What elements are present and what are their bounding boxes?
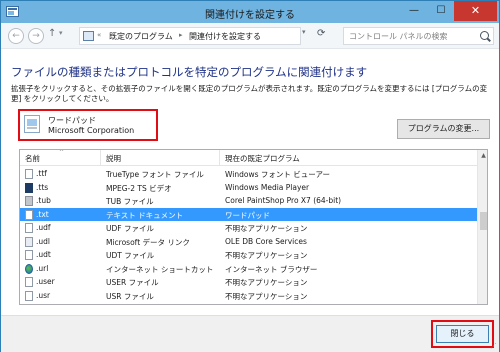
breadcrumb-separator-icon[interactable]: ▸ <box>179 31 183 39</box>
row-description: TrueType フォント ファイル <box>106 170 204 179</box>
row-extension: .ttf <box>36 169 47 178</box>
address-bar: ← → ▾ ↑ « 既定のプログラム ▸ 関連付けを設定する ▾ ⟳ <box>1 23 499 49</box>
row-default-program: Windows フォント ビューアー <box>225 170 330 179</box>
table-row[interactable]: .tub TUB ファイル Corel PaintShop Pro X7 (64… <box>20 194 477 208</box>
close-button[interactable]: 閉じる <box>436 325 489 343</box>
font-file-icon <box>25 169 33 179</box>
row-default-program: OLE DB Core Services <box>225 236 307 246</box>
search-input[interactable] <box>344 28 474 44</box>
row-default-program: 不明なアプリケーション <box>225 224 308 233</box>
globe-icon <box>25 263 33 274</box>
breadcrumb[interactable]: « 既定のプログラム ▸ 関連付けを設定する <box>79 27 301 45</box>
dialog-footer: 閉じる ⋰ <box>1 315 499 352</box>
column-divider[interactable] <box>100 150 101 165</box>
row-description: インターネット ショートカット <box>106 264 214 274</box>
row-extension: .tts <box>36 182 49 192</box>
row-description: UDT ファイル <box>106 251 155 260</box>
generic-file-icon <box>25 223 33 233</box>
table-row[interactable]: .udl Microsoft データ リンク OLE DB Core Servi… <box>20 235 477 249</box>
row-description: MPEG-2 TS ビデオ <box>106 183 172 193</box>
wordpad-icon <box>24 115 40 133</box>
vertical-scrollbar[interactable]: ▲ <box>477 150 487 304</box>
column-header-current-default[interactable]: 現在の既定プログラム <box>225 153 300 164</box>
program-company: Microsoft Corporation <box>48 126 135 135</box>
row-description: TUB ファイル <box>106 197 154 206</box>
list-rows: .ttf TrueType フォント ファイル Windows フォント ビュー… <box>20 167 477 302</box>
row-extension: .user <box>36 277 55 286</box>
page-title: ファイルの種類またはプロトコルを特定のプログラムに関連付けます <box>11 65 368 79</box>
column-header-description[interactable]: 説明 <box>106 153 121 164</box>
column-header-name[interactable]: 名前 <box>25 153 40 164</box>
row-extension: .txt <box>36 209 49 219</box>
row-description: テキスト ドキュメント <box>106 210 184 220</box>
table-row[interactable]: .udf UDF ファイル 不明なアプリケーション <box>20 221 477 235</box>
row-extension: .tub <box>36 196 51 205</box>
scroll-up-icon[interactable]: ▲ <box>478 150 487 161</box>
address-dropdown-icon[interactable]: ▾ <box>302 28 306 36</box>
table-row[interactable]: .tts MPEG-2 TS ビデオ Windows Media Player <box>20 181 477 195</box>
row-extension: .udf <box>36 223 51 232</box>
row-description: UDF ファイル <box>106 224 154 233</box>
breadcrumb-overflow-chevron[interactable]: « <box>97 31 101 39</box>
refresh-icon[interactable]: ⟳ <box>317 28 325 39</box>
row-default-program: ワードパッド <box>225 210 270 220</box>
search-icon[interactable] <box>480 31 489 40</box>
row-extension: .url <box>36 263 49 273</box>
breadcrumb-item-default-programs[interactable]: 既定のプログラム <box>109 31 173 42</box>
generic-file-icon <box>25 290 33 301</box>
table-row[interactable]: .user USER ファイル 不明なアプリケーション <box>20 275 477 289</box>
close-window-button[interactable]: ✕ <box>454 1 497 21</box>
row-description: Microsoft データ リンク <box>106 237 190 247</box>
table-row[interactable]: .url インターネット ショートカット インターネット ブラウザー <box>20 262 477 276</box>
sort-ascending-icon: ^ <box>59 149 65 156</box>
back-button[interactable]: ← <box>8 28 24 44</box>
scrollbar-thumb[interactable] <box>480 212 487 230</box>
change-program-button[interactable]: プログラムの変更... <box>397 119 490 139</box>
minimize-button[interactable]: — <box>401 1 427 21</box>
associations-list[interactable]: 名前 ^ 説明 現在の既定プログラム .ttf TrueType フォント ファ… <box>19 149 488 305</box>
generic-file-icon <box>25 250 33 260</box>
row-extension: .udt <box>36 250 51 259</box>
row-extension: .udl <box>36 236 50 246</box>
dialog-window: 関連付けを設定する — ☐ ✕ ← → ▾ ↑ « 既定のプログラム ▸ 関連付… <box>0 0 500 352</box>
list-header: 名前 ^ 説明 現在の既定プログラム <box>20 150 477 166</box>
row-default-program: 不明なアプリケーション <box>225 278 308 287</box>
breadcrumb-item-set-associations[interactable]: 関連付けを設定する <box>189 31 261 42</box>
row-description: USR ファイル <box>106 291 154 301</box>
table-row[interactable]: .ttf TrueType フォント ファイル Windows フォント ビュー… <box>20 167 477 181</box>
up-button[interactable]: ↑ <box>48 28 56 39</box>
title-bar[interactable]: 関連付けを設定する — ☐ ✕ <box>1 1 499 23</box>
row-default-program: Corel PaintShop Pro X7 (64-bit) <box>225 196 342 205</box>
video-file-icon <box>25 182 33 193</box>
generic-file-icon <box>25 277 33 287</box>
forward-button[interactable]: → <box>28 28 44 44</box>
resize-grip-icon[interactable]: ⋰ <box>490 342 497 350</box>
text-file-icon <box>25 209 33 220</box>
close-button-highlight: 閉じる <box>431 320 494 348</box>
maximize-button[interactable]: ☐ <box>428 1 454 21</box>
current-program-info: ワードパッド Microsoft Corporation <box>18 109 158 141</box>
table-row-selected[interactable]: .txt テキスト ドキュメント ワードパッド <box>20 207 477 221</box>
page-description: 拡張子をクリックすると、その拡張子のファイルを開く既定のプログラムが表示されます… <box>11 84 488 103</box>
recent-locations-dropdown-icon[interactable]: ▾ <box>59 29 63 37</box>
data-link-file-icon <box>25 236 33 247</box>
column-divider[interactable] <box>219 150 220 165</box>
row-default-program: 不明なアプリケーション <box>225 251 308 260</box>
table-row[interactable]: .udt UDT ファイル 不明なアプリケーション <box>20 248 477 262</box>
control-panel-icon <box>83 31 94 41</box>
row-description: USER ファイル <box>106 278 159 287</box>
table-row[interactable]: .usr USR ファイル 不明なアプリケーション <box>20 289 477 303</box>
row-default-program: インターネット ブラウザー <box>225 264 318 274</box>
row-default-program: 不明なアプリケーション <box>225 291 308 301</box>
program-name: ワードパッド <box>48 116 96 125</box>
paintshop-file-icon <box>25 196 33 206</box>
search-box[interactable] <box>343 27 494 45</box>
row-default-program: Windows Media Player <box>225 182 310 192</box>
row-extension: .usr <box>36 290 51 300</box>
